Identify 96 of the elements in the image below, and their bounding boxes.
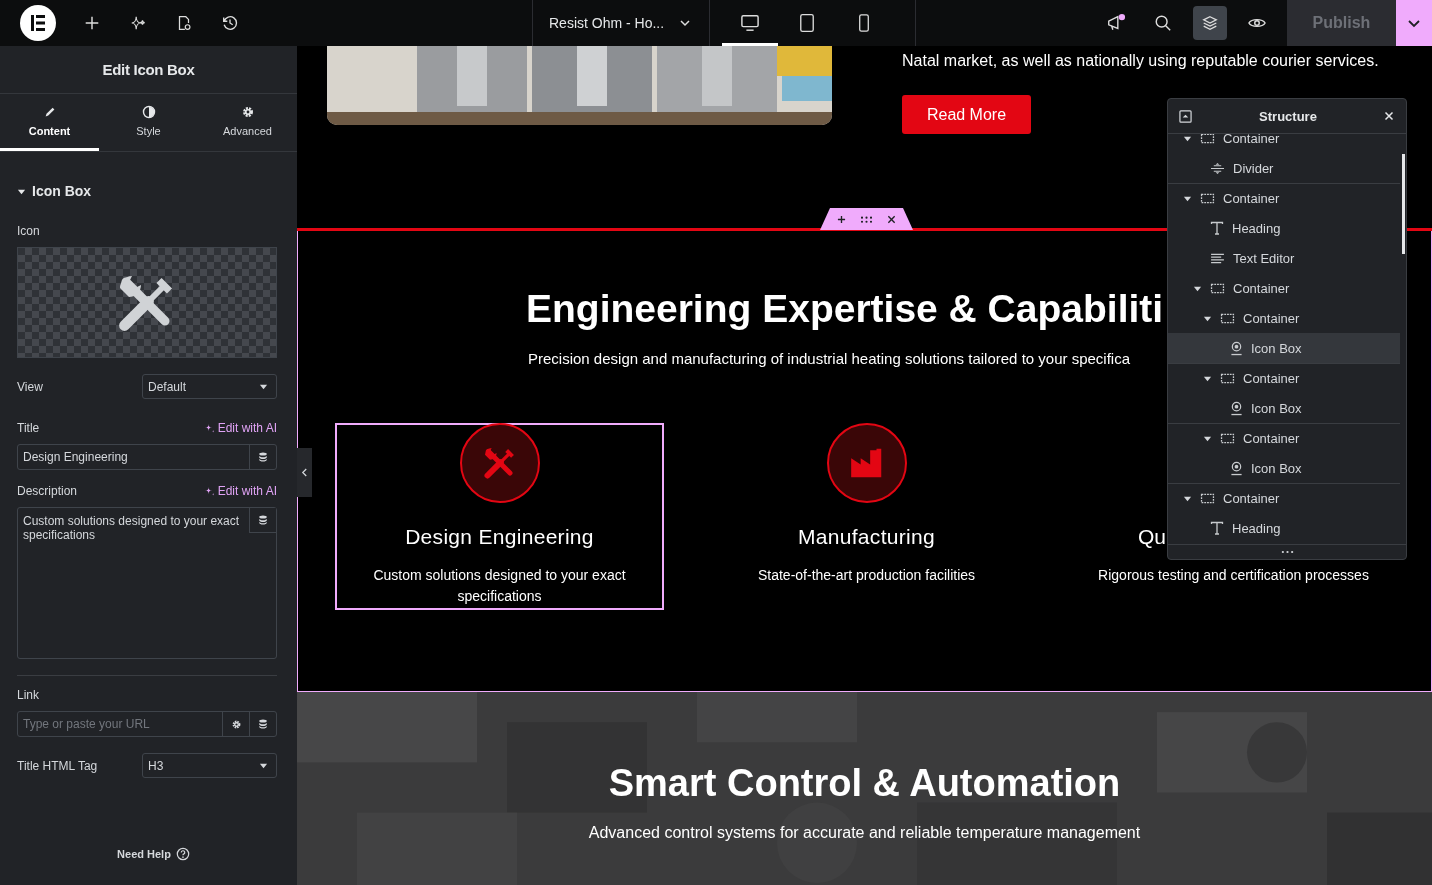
sparkle-icon: [203, 422, 215, 434]
elementor-logo-icon[interactable]: [20, 5, 56, 41]
caret-icon[interactable]: [1202, 374, 1212, 383]
icon-box-icon: [1230, 400, 1243, 416]
need-help-link[interactable]: Need Help: [117, 848, 171, 860]
structure-item[interactable]: Icon Box: [1168, 453, 1400, 483]
structure-item[interactable]: Heading: [1168, 513, 1400, 543]
drag-handle-icon[interactable]: [860, 214, 873, 224]
structure-item[interactable]: Container: [1168, 273, 1400, 303]
title-html-tag-select[interactable]: H3: [142, 753, 277, 778]
icon-label: Icon: [17, 224, 41, 238]
chevron-left-icon: [301, 468, 308, 477]
icon-box-icon: [1230, 340, 1243, 356]
feature-description: Custom solutions designed to your exact specifications: [372, 566, 627, 606]
gear-icon: [240, 105, 255, 119]
title-html-tag-label: Title HTML Tag: [17, 758, 98, 773]
database-icon: [258, 515, 268, 525]
panel-tab[interactable]: Advanced: [198, 94, 297, 151]
section-heading: Engineering Expertise & Capabiliti: [526, 287, 1164, 331]
view-select[interactable]: Default: [142, 374, 277, 399]
section-subtitle: Precision design and manufacturing of industrial heating solutions tailored to your specifica: [528, 349, 1130, 369]
intro-paragraph: Natal market, as well as nationally using reputable courier services.: [902, 52, 1379, 70]
gear-icon: [230, 718, 242, 730]
description-textarea[interactable]: Custom solutions designed to your exact specifications: [17, 507, 277, 659]
structure-item[interactable]: Container: [1168, 483, 1400, 513]
description-label: Description: [17, 484, 78, 498]
title-label: Title: [17, 421, 40, 435]
feature-title: Design Engineering: [405, 525, 594, 549]
mobile-icon: [858, 13, 870, 33]
dynamic-tags-button[interactable]: [249, 508, 276, 533]
container-icon: [1200, 193, 1215, 204]
structure-item[interactable]: Divider: [1168, 153, 1400, 183]
structure-item[interactable]: Icon Box: [1168, 333, 1400, 363]
structure-item[interactable]: Text Editor: [1168, 243, 1400, 273]
caret-icon[interactable]: [1182, 494, 1192, 503]
half-circle-icon: [141, 105, 156, 119]
selected-icon-box[interactable]: Design Engineering Custom solutions designed to your exact specifications: [335, 423, 664, 610]
icon-preview[interactable]: [17, 247, 277, 358]
read-more-button[interactable]: Read More: [902, 95, 1031, 134]
structure-item[interactable]: Heading: [1168, 213, 1400, 243]
link-label: Link: [17, 688, 40, 702]
section-subtitle: Advanced control systems for accurate and reliable temperature management: [588, 824, 1141, 842]
help-icon: [175, 847, 190, 861]
history-icon: [221, 14, 239, 32]
container-icon: [1220, 433, 1235, 444]
close-icon[interactable]: [887, 214, 896, 224]
section-heading: Smart Control & Automation: [608, 761, 1121, 806]
container-icon: [1200, 134, 1215, 144]
heading-icon: [1210, 221, 1224, 235]
container-icon: [1220, 312, 1235, 324]
chevron-down-icon: [679, 17, 691, 29]
feature-description: State-of-the-art production facilities: [757, 566, 976, 585]
container-icon: [1200, 493, 1215, 504]
panel-tab[interactable]: Style: [99, 94, 198, 151]
caret-icon: [259, 382, 268, 391]
structure-item[interactable]: Container: [1168, 183, 1400, 213]
edit-with-ai-link[interactable]: Edit with AI: [203, 421, 277, 435]
desktop-icon: [740, 14, 760, 32]
container-icon: [1210, 282, 1225, 294]
title-field[interactable]: Design Engineering: [17, 444, 277, 470]
structure-item[interactable]: Container: [1168, 363, 1400, 393]
caret-icon[interactable]: [1202, 434, 1212, 443]
structure-item[interactable]: Container: [1168, 134, 1400, 153]
text-lines-icon: [1210, 252, 1225, 264]
icon-box-icon: [1230, 460, 1243, 476]
caret-icon[interactable]: [1182, 194, 1192, 203]
plus-icon[interactable]: [837, 214, 846, 224]
panel-tab[interactable]: Content: [0, 94, 99, 151]
heading-icon: [1210, 521, 1224, 535]
search-icon: [1154, 14, 1172, 32]
caret-icon[interactable]: [1182, 134, 1192, 143]
divider-icon: [1210, 161, 1225, 175]
structure-item[interactable]: Container: [1168, 303, 1400, 333]
database-icon: [258, 452, 268, 462]
title-input[interactable]: Design Engineering: [18, 445, 249, 469]
edit-with-ai-link[interactable]: Edit with AI: [203, 484, 277, 498]
caret-icon: [259, 761, 268, 770]
section-toggle[interactable]: Icon Box: [17, 183, 92, 199]
link-input[interactable]: Type or paste your URL: [18, 712, 222, 736]
container-icon: [1220, 373, 1235, 384]
sparkle-icon: [203, 485, 215, 497]
structure-title: Structure: [1259, 108, 1317, 124]
sparkle-icon: [129, 14, 147, 32]
tablet-icon: [799, 13, 815, 33]
structure-item[interactable]: Icon Box: [1168, 393, 1400, 423]
plus-icon: [83, 14, 101, 32]
feature-title: Manufacturing: [798, 525, 935, 549]
dock-icon[interactable]: [1179, 109, 1192, 123]
view-label: View: [17, 379, 43, 394]
resize-handle-icon[interactable]: [1280, 550, 1294, 554]
link-field[interactable]: Type or paste your URL: [17, 711, 277, 737]
layers-icon: [1201, 14, 1219, 32]
structure-button[interactable]: [1193, 6, 1227, 40]
icon-box[interactable]: Manufacturing State-of-the-art production facilities: [702, 423, 1031, 610]
structure-item[interactable]: Container: [1168, 423, 1400, 453]
database-icon: [258, 719, 268, 729]
